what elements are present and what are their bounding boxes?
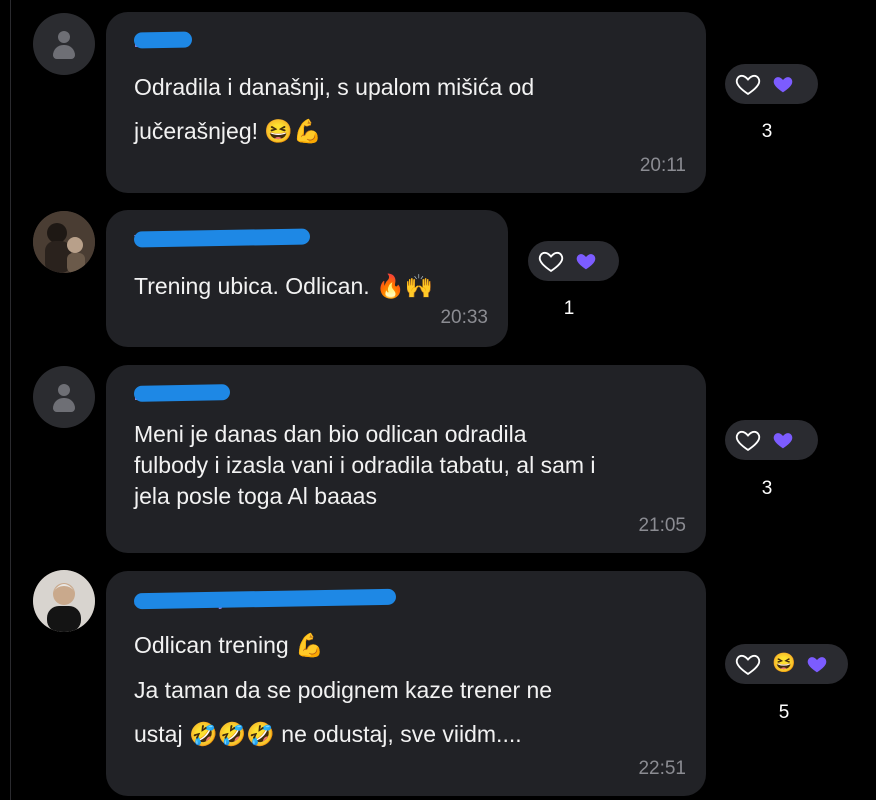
user-head-icon bbox=[58, 384, 70, 396]
message-bubble[interactable]: Jasmina Majstorović Odlican trening 💪 Ja… bbox=[106, 571, 706, 796]
message-timestamp: 20:11 bbox=[639, 155, 686, 176]
profile-photo-icon bbox=[33, 570, 95, 632]
purple-heart-icon[interactable] bbox=[575, 250, 597, 272]
heart-outline-icon[interactable] bbox=[734, 70, 762, 98]
message-text: Ja taman da se podignem kaze trener ne u… bbox=[134, 677, 553, 747]
reaction-pill[interactable] bbox=[725, 64, 818, 104]
heart-outline-icon[interactable] bbox=[734, 426, 762, 454]
sender-redaction bbox=[133, 384, 231, 402]
heart-outline-icon[interactable] bbox=[537, 247, 565, 275]
message-bubble[interactable]: Dženifa Meni je danas dan bio odlican od… bbox=[106, 365, 706, 553]
sender-redaction bbox=[133, 31, 193, 49]
reaction-pill[interactable]: 😆 bbox=[725, 644, 848, 684]
user-body-icon bbox=[53, 45, 75, 59]
avatar-default[interactable] bbox=[33, 13, 95, 75]
purple-heart-icon[interactable] bbox=[772, 429, 794, 451]
message-timestamp: 20:33 bbox=[440, 307, 488, 328]
reaction-count: 3 bbox=[761, 121, 773, 142]
message-text: Odlican trening 💪 bbox=[134, 632, 324, 658]
message-bubble[interactable]: Vesna Dušanić Trening ubica. Odlican. 🔥🙌… bbox=[106, 210, 508, 347]
profile-photo-icon bbox=[33, 211, 95, 273]
purple-heart-icon[interactable] bbox=[806, 653, 828, 675]
reaction-pill[interactable] bbox=[725, 420, 818, 460]
reaction-count: 1 bbox=[563, 298, 575, 319]
purple-heart-icon[interactable] bbox=[772, 73, 794, 95]
reaction-count: 3 bbox=[761, 478, 773, 499]
message-bubble[interactable]: Esra Odradila i današnji, s upalom mišić… bbox=[106, 12, 706, 193]
message-timestamp: 22:51 bbox=[638, 758, 686, 779]
reaction-pill[interactable] bbox=[528, 241, 619, 281]
reaction-count: 5 bbox=[778, 702, 790, 723]
sender-redaction bbox=[133, 228, 311, 248]
laughing-emoji-icon[interactable]: 😆 bbox=[772, 654, 796, 674]
avatar-default[interactable] bbox=[33, 366, 95, 428]
message-timestamp: 21:05 bbox=[638, 515, 686, 536]
user-head-icon bbox=[58, 31, 70, 43]
message-text: Odradila i današnji, s upalom mišića od … bbox=[134, 74, 535, 144]
message-text: Meni je danas dan bio odlican odradila f… bbox=[134, 421, 596, 509]
left-divider bbox=[10, 0, 11, 800]
heart-outline-icon[interactable] bbox=[734, 650, 762, 678]
message-text: Trening ubica. Odlican. 🔥🙌 bbox=[134, 273, 434, 299]
avatar-photo[interactable] bbox=[33, 570, 95, 632]
avatar-photo[interactable] bbox=[33, 211, 95, 273]
user-body-icon bbox=[53, 398, 75, 412]
